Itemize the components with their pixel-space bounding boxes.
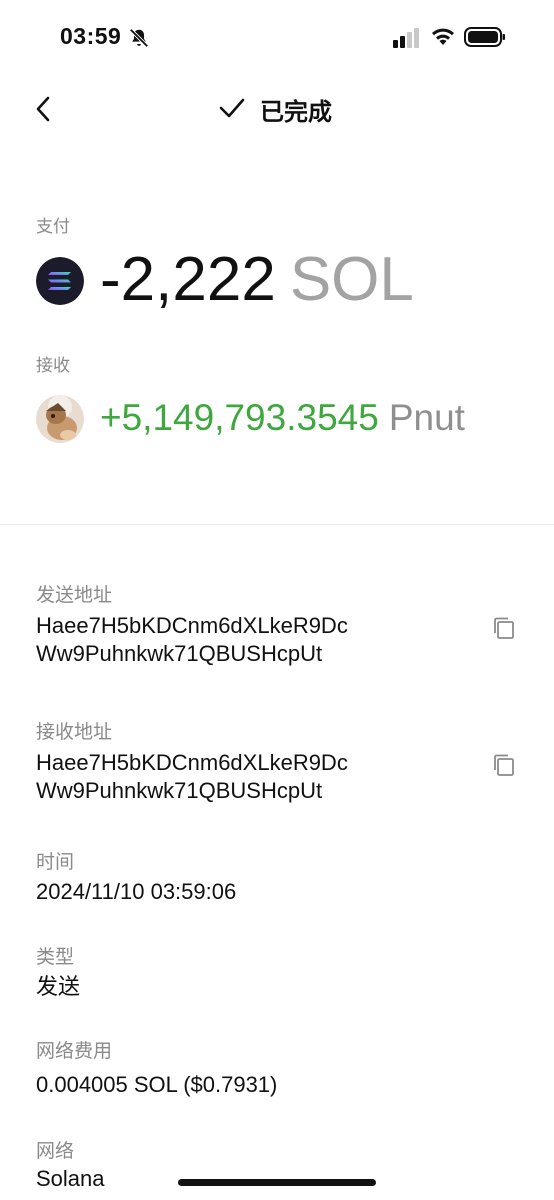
receive-unit: Pnut xyxy=(388,397,465,438)
send-address-label: 发送地址 xyxy=(36,585,113,606)
check-icon xyxy=(219,98,245,118)
receive-address-label: 接收地址 xyxy=(36,722,113,743)
receive-amount-value: +5,149,793.3545 xyxy=(100,397,379,438)
network-fee-value: 0.004005 SOL ($0.7931) xyxy=(36,1072,278,1097)
bell-slash-icon xyxy=(129,28,149,48)
payment-label: 支付 xyxy=(36,217,70,236)
payment-amount-value: -2,222 xyxy=(100,245,276,314)
wifi-icon xyxy=(432,28,454,45)
receive-address-line2: Ww9Puhnkwk71QBUSHcpUt xyxy=(36,778,323,803)
copy-send-address-icon[interactable] xyxy=(491,615,517,641)
back-chevron-icon[interactable] xyxy=(30,92,60,126)
send-address-line1: Haee7H5bKDCnm6dXLkeR9Dc xyxy=(36,613,348,638)
section-divider xyxy=(0,524,554,525)
network-value: Solana xyxy=(36,1166,105,1191)
network-label: 网络 xyxy=(36,1141,75,1162)
receive-label: 接收 xyxy=(36,356,70,375)
copy-receive-address-icon[interactable] xyxy=(491,752,517,778)
payment-amount: -2,222 SOL xyxy=(100,242,414,318)
receive-amount: +5,149,793.3545 Pnut xyxy=(100,395,465,441)
home-indicator[interactable] xyxy=(178,1179,376,1186)
time-label: 时间 xyxy=(36,852,75,873)
signal-icon xyxy=(393,28,419,48)
send-address-line2: Ww9Puhnkwk71QBUSHcpUt xyxy=(36,641,323,666)
time-value: 2024/11/10 03:59:06 xyxy=(36,879,237,904)
page-title: 已完成 xyxy=(260,99,332,126)
battery-icon xyxy=(464,27,505,47)
network-fee-label: 网络费用 xyxy=(36,1041,113,1062)
type-label: 类型 xyxy=(36,947,75,968)
type-value: 发送 xyxy=(36,974,81,999)
pnut-avatar xyxy=(36,395,84,443)
receive-address-line1: Haee7H5bKDCnm6dXLkeR9Dc xyxy=(36,750,348,775)
payment-unit: SOL xyxy=(289,245,414,314)
status-time: 03:59 xyxy=(60,23,122,49)
solana-logo xyxy=(36,257,84,305)
